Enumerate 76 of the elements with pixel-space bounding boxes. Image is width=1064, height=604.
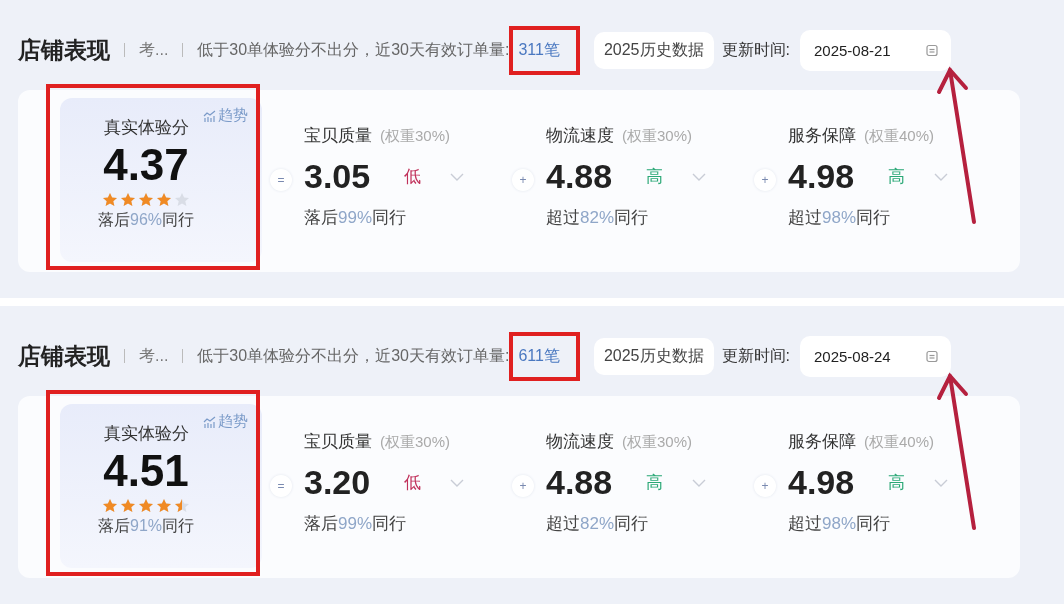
operator-sign: = [270, 475, 292, 497]
operator-sign: + [754, 475, 776, 497]
chevron-down-icon[interactable] [450, 478, 464, 487]
star-icon [120, 497, 136, 514]
metric-value: 3.20 [304, 463, 372, 502]
score-title: 真实体验分 [103, 423, 189, 445]
section-title: 店铺表现 [18, 35, 110, 65]
update-time-label: 更新时间: [721, 345, 790, 366]
metric-name: 物流速度 [546, 431, 614, 453]
rating-label: 低 [404, 472, 422, 494]
peer-comparison-text: 超过82%同行 [546, 207, 650, 229]
metric-value: 4.98 [788, 157, 856, 196]
operator-sign: + [512, 169, 534, 191]
metric-name: 服务保障 [788, 431, 856, 453]
order-count: 611笔 [518, 346, 560, 364]
metric-value: 3.05 [304, 157, 372, 196]
section-title: 店铺表现 [18, 341, 110, 371]
metric-weight: (权重30%) [622, 433, 692, 452]
rating-label: 高 [646, 166, 664, 188]
category-tab[interactable]: 考... [139, 345, 169, 367]
metric-value: 4.98 [788, 463, 856, 502]
metric-name: 物流速度 [546, 125, 614, 147]
metric-name: 服务保障 [788, 125, 856, 147]
date-field[interactable]: 2025-08-21 [799, 29, 951, 71]
peer-comparison-text: 落后96%同行 [98, 209, 194, 230]
star-icon [102, 191, 118, 208]
metric-weight: (权重30%) [380, 127, 450, 146]
peer-comparison-text: 落后99%同行 [304, 513, 408, 535]
rating-label: 高 [888, 166, 906, 188]
history-data-button[interactable]: 2025历史数据 [593, 31, 714, 69]
chevron-down-icon[interactable] [934, 172, 948, 181]
star-icon [156, 497, 172, 514]
score-value: 4.51 [103, 445, 189, 497]
chevron-down-icon[interactable] [692, 172, 706, 181]
peer-comparison-text: 落后91%同行 [98, 515, 194, 536]
calendar-icon [924, 43, 939, 57]
rating-label: 高 [646, 472, 664, 494]
score-value: 4.37 [103, 139, 189, 191]
notice-text: 低于30单体验分不出分，近30天有效订单量: [197, 345, 510, 366]
peer-comparison-text: 超过98%同行 [788, 207, 892, 229]
peer-comparison-text: 落后99%同行 [304, 207, 408, 229]
order-count: 311笔 [518, 40, 560, 58]
notice-text: 低于30单体验分不出分，近30天有效订单量: [197, 39, 510, 60]
star-icon [156, 191, 172, 208]
star-icon [102, 497, 118, 514]
chevron-down-icon[interactable] [934, 478, 948, 487]
star-icon [138, 191, 154, 208]
star-icon [120, 191, 136, 208]
peer-comparison-text: 超过98%同行 [788, 513, 892, 535]
rating-label: 低 [404, 166, 422, 188]
star-icon [174, 497, 190, 514]
update-time-label: 更新时间: [721, 39, 790, 60]
metric-weight: (权重40%) [864, 127, 934, 146]
metric-name: 宝贝质量 [304, 431, 372, 453]
score-title: 真实体验分 [103, 117, 189, 139]
star-icon [174, 191, 190, 208]
date-field[interactable]: 2025-08-24 [799, 335, 951, 377]
star-icon [138, 497, 154, 514]
trend-icon [203, 415, 216, 428]
metric-value: 4.88 [546, 463, 614, 502]
trend-icon [203, 109, 216, 122]
operator-sign: + [754, 169, 776, 191]
metric-weight: (权重30%) [622, 127, 692, 146]
chevron-down-icon[interactable] [692, 478, 706, 487]
metric-value: 4.88 [546, 157, 614, 196]
metric-name: 宝贝质量 [304, 125, 372, 147]
category-tab[interactable]: 考... [139, 39, 169, 61]
history-data-button[interactable]: 2025历史数据 [593, 337, 714, 375]
metric-weight: (权重40%) [864, 433, 934, 452]
rating-label: 高 [888, 472, 906, 494]
chevron-down-icon[interactable] [450, 172, 464, 181]
operator-sign: + [512, 475, 534, 497]
operator-sign: = [270, 169, 292, 191]
metric-weight: (权重30%) [380, 433, 450, 452]
calendar-icon [924, 349, 939, 363]
peer-comparison-text: 超过82%同行 [546, 513, 650, 535]
